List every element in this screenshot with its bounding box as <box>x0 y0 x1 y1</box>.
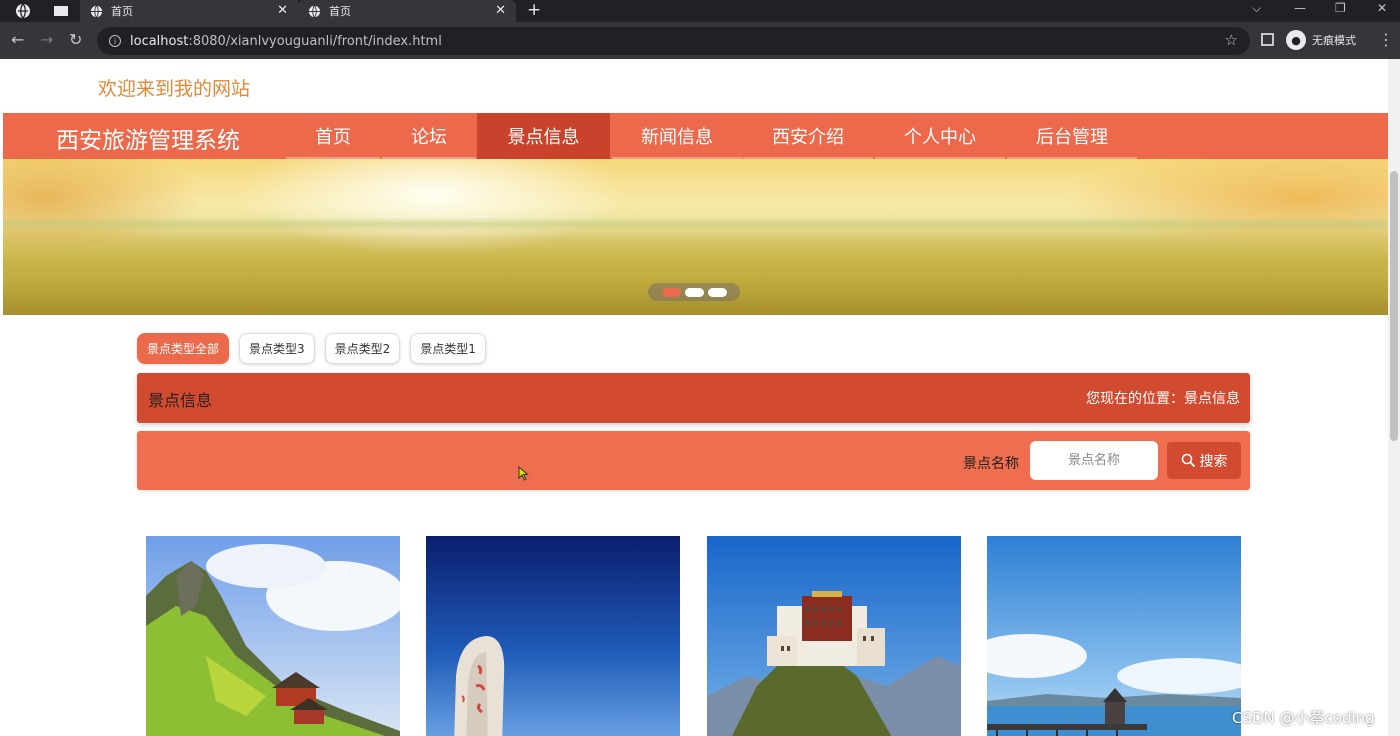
incognito-icon: ● <box>1286 30 1306 50</box>
close-tab-icon[interactable]: ✕ <box>495 3 506 19</box>
nav-admin[interactable]: 后台管理 <box>1007 113 1137 159</box>
url-host: localhost <box>130 33 189 49</box>
carousel-banner[interactable] <box>3 159 1388 315</box>
search-label: 景点名称 <box>963 456 1019 472</box>
forward-icon[interactable]: → <box>40 31 53 49</box>
filter-type-2[interactable]: 景点类型2 <box>324 333 401 364</box>
address-bar[interactable]: i localhost:8080/xianlvyouguanli/front/i… <box>97 27 1250 55</box>
web-page: 欢迎来到我的网站 西安旅游管理系统 首页 论坛 景点信息 新闻信息 西安介绍 个… <box>0 59 1388 736</box>
browser-toolbar: ← → ↻ i localhost:8080/xianlvyouguanli/f… <box>0 22 1400 59</box>
scrollbar-thumb[interactable] <box>1390 171 1398 441</box>
browser-tab-strip: 首页 ✕ 首页 ✕ + ⌵ — ❐ ✕ <box>0 0 1400 22</box>
new-tab-icon[interactable]: + <box>527 1 541 19</box>
breadcrumb: 您现在的位置：景点信息 <box>1086 388 1240 408</box>
side-panel-icon[interactable] <box>1261 33 1274 46</box>
filter-type-1[interactable]: 景点类型1 <box>410 333 486 364</box>
section-header: 景点信息 您现在的位置：景点信息 <box>137 373 1250 423</box>
globe-icon <box>308 5 321 17</box>
browser-menu-icon[interactable]: ⋮ <box>1378 30 1394 49</box>
tab-dropdown-icon[interactable]: ⌵ <box>1252 1 1261 16</box>
attraction-card[interactable] <box>426 536 680 736</box>
potala-palace-image <box>707 536 961 736</box>
breadcrumb-current[interactable]: 景点信息 <box>1184 391 1240 407</box>
nav-label: 后台管理 <box>1036 127 1108 148</box>
section-title: 景点信息 <box>148 391 213 410</box>
carousel-dot[interactable] <box>707 287 727 297</box>
search-button[interactable]: 搜索 <box>1167 442 1241 479</box>
nav-personal-center[interactable]: 个人中心 <box>875 113 1005 159</box>
minimize-icon[interactable]: — <box>1294 1 1306 15</box>
page-scrollbar[interactable] <box>1388 59 1400 736</box>
search-button-label: 搜索 <box>1199 453 1228 470</box>
browser-tab-1[interactable]: 首页 ✕ <box>80 0 298 22</box>
mountain-temple-image <box>146 536 400 736</box>
nav-attractions[interactable]: 景点信息 <box>477 113 610 159</box>
window-close-icon[interactable]: ✕ <box>1377 1 1387 15</box>
nav-news[interactable]: 新闻信息 <box>612 113 742 159</box>
url-path: :8080/xianlvyouguanli/front/index.html <box>188 33 442 49</box>
attraction-card[interactable] <box>146 536 400 736</box>
incognito-indicator[interactable]: ● 无痕模式 <box>1286 30 1356 50</box>
carousel-dot[interactable] <box>684 287 704 297</box>
search-icon <box>1181 453 1195 468</box>
nav-label: 新闻信息 <box>641 127 713 148</box>
nav-label: 西安介绍 <box>772 127 844 148</box>
tab-title: 首页 <box>111 5 133 18</box>
reload-icon[interactable]: ↻ <box>69 31 82 49</box>
browser-tab-2[interactable]: 首页 ✕ <box>298 0 516 22</box>
filter-all[interactable]: 景点类型全部 <box>137 333 230 364</box>
globe-icon <box>90 5 103 17</box>
tab-search-icon[interactable] <box>52 2 70 20</box>
tab-title: 首页 <box>329 5 351 18</box>
nav-label: 景点信息 <box>507 127 580 148</box>
attraction-card[interactable] <box>987 536 1241 736</box>
filter-type-3[interactable]: 景点类型3 <box>239 333 315 364</box>
nav-forum[interactable]: 论坛 <box>382 113 476 159</box>
site-info-icon[interactable]: i <box>109 35 121 47</box>
welcome-text: 欢迎来到我的网站 <box>98 78 251 100</box>
back-icon[interactable]: ← <box>11 31 24 49</box>
nav-label: 首页 <box>315 127 351 148</box>
incognito-label: 无痕模式 <box>1312 34 1356 47</box>
banner-horizon <box>3 217 1388 231</box>
restore-icon[interactable]: ❐ <box>1335 1 1346 15</box>
site-title: 西安旅游管理系统 <box>56 128 240 154</box>
carousel-dot[interactable] <box>661 287 681 297</box>
watermark: CSDN @小蔡coding <box>1232 709 1375 727</box>
top-navigation: 西安旅游管理系统 首页 论坛 景点信息 新闻信息 西安介绍 个人中心 后台管理 <box>3 113 1388 159</box>
close-tab-icon[interactable]: ✕ <box>277 3 288 19</box>
attraction-card[interactable] <box>707 536 961 736</box>
breadcrumb-label: 您现在的位置： <box>1086 391 1184 407</box>
stone-monument-image <box>426 536 680 736</box>
nav-label: 论坛 <box>411 127 447 148</box>
search-panel: 景点名称 搜索 <box>137 431 1250 490</box>
lake-pier-image <box>987 536 1241 736</box>
chrome-globe-icon[interactable] <box>14 2 32 20</box>
carousel-indicator <box>648 283 740 301</box>
bookmark-star-icon[interactable]: ☆ <box>1225 31 1238 49</box>
nav-xian-intro[interactable]: 西安介绍 <box>743 113 873 159</box>
search-input[interactable] <box>1030 441 1158 480</box>
mouse-cursor-icon <box>518 466 529 481</box>
nav-label: 个人中心 <box>904 127 976 148</box>
category-filter: 景点类型全部 景点类型3 景点类型2 景点类型1 <box>137 333 486 364</box>
nav-home[interactable]: 首页 <box>286 113 380 159</box>
